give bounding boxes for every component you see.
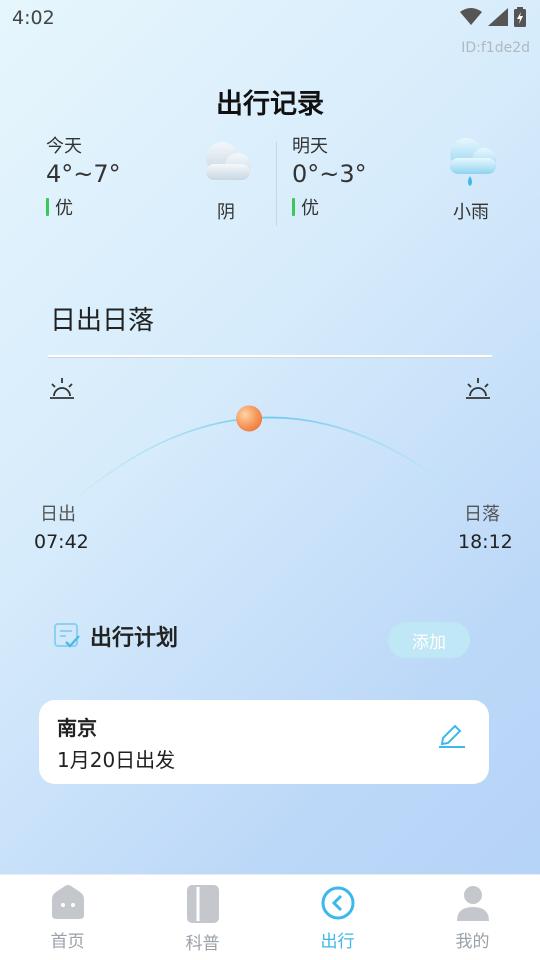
sunrise-time: 07:42 — [34, 531, 89, 553]
tab-travel-label: 出行 — [320, 932, 355, 952]
tab-profile[interactable]: 我的 — [405, 875, 540, 960]
tab-profile-label: 我的 — [455, 932, 490, 952]
tomorrow-label: 明天 — [292, 136, 328, 157]
aqi-indicator — [292, 198, 295, 216]
tab-science[interactable]: 科普 — [135, 875, 270, 960]
home-icon — [51, 885, 84, 919]
status-time: 4:02 — [12, 7, 55, 29]
travel-icon — [321, 886, 354, 920]
sunrise-label: 日出 — [40, 504, 76, 525]
sunset-label: 日落 — [464, 504, 500, 525]
tab-travel[interactable]: 出行 — [270, 875, 405, 960]
today-aqi: 优 — [46, 194, 121, 220]
aqi-indicator — [46, 198, 49, 216]
tomorrow-aqi-label: 优 — [301, 198, 319, 219]
add-plan-button[interactable]: 添加 — [388, 622, 470, 658]
sun-section-title: 日出日落 — [50, 306, 155, 336]
status-icons — [460, 7, 526, 27]
app-id: ID:f1de2d — [461, 40, 530, 56]
trip-date: 1月20日出发 — [57, 748, 176, 772]
sun-arc — [79, 405, 461, 496]
tomorrow-condition: 小雨 — [453, 202, 489, 223]
weather-tomorrow: 明天 0°~3° 优 — [292, 132, 367, 220]
tab-bar: 首页 科普 出行 我的 — [0, 874, 540, 960]
profile-icon — [456, 886, 489, 921]
tomorrow-aqi: 优 — [292, 194, 367, 220]
signal-icon — [488, 8, 508, 26]
battery-icon — [514, 7, 526, 27]
sunset-time: 18:12 — [458, 531, 513, 553]
plan-title: 出行计划 — [90, 626, 179, 651]
weather-today: 今天 4°~7° 优 — [46, 132, 121, 220]
tab-home[interactable]: 首页 — [0, 875, 135, 960]
trip-city: 南京 — [57, 716, 97, 740]
tomorrow-temp: 0°~3° — [292, 160, 367, 188]
tab-science-label: 科普 — [185, 934, 220, 954]
rain-icon — [450, 138, 496, 186]
today-aqi-label: 优 — [55, 198, 73, 219]
book-icon — [186, 885, 219, 923]
today-condition: 阴 — [217, 202, 235, 223]
today-temp: 4°~7° — [46, 160, 121, 188]
trip-card[interactable]: 南京 1月20日出发 — [39, 700, 489, 784]
wifi-icon — [460, 8, 482, 25]
plan-header: 出行计划 — [52, 620, 178, 652]
section-divider — [48, 355, 492, 357]
sun-position-marker — [236, 405, 263, 432]
status-bar: 4:02 — [0, 0, 540, 36]
edit-icon[interactable] — [437, 720, 467, 748]
weather-divider — [276, 142, 277, 226]
cloudy-icon — [206, 142, 251, 180]
page-title: 出行记录 — [216, 89, 324, 120]
today-label: 今天 — [46, 136, 82, 157]
checklist-icon — [54, 623, 80, 648]
tab-home-label: 首页 — [50, 932, 85, 952]
